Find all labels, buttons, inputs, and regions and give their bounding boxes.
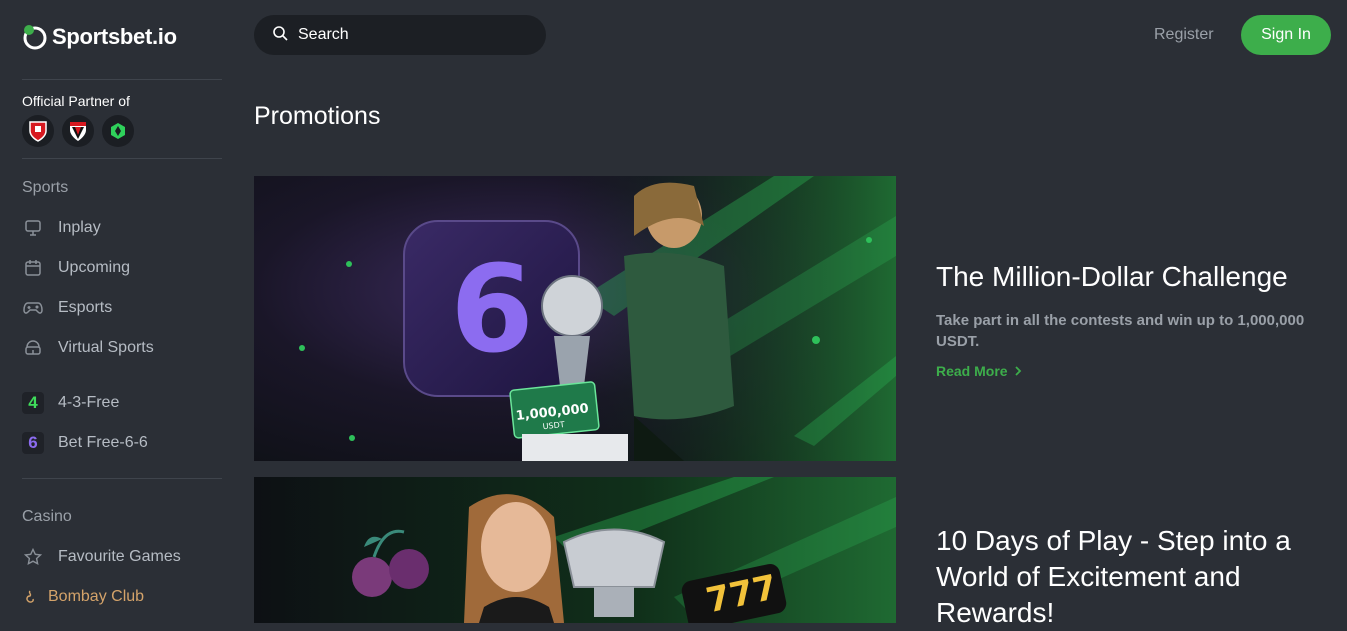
monitor-icon: [22, 217, 44, 239]
sidebar: Sportsbet.io Official Partner of Sports …: [0, 0, 230, 623]
sidebar-item-inplay[interactable]: Inplay: [22, 217, 101, 239]
promo-description: Take part in all the contests and win up…: [936, 312, 1305, 350]
logo-mark-icon: [23, 25, 47, 50]
sidebar-item-label: Virtual Sports: [58, 339, 154, 356]
sidebar-item-bet-free-6-6[interactable]: 6 Bet Free-6-6: [22, 432, 148, 454]
sidebar-item-label: Inplay: [58, 219, 101, 236]
register-link[interactable]: Register: [1154, 26, 1214, 44]
southampton-crest-icon[interactable]: [22, 115, 54, 147]
divider: [22, 478, 222, 479]
chevron-right-icon: [1014, 363, 1022, 379]
sidebar-item-favourite-games[interactable]: Favourite Games: [22, 546, 181, 568]
promo-badge-number: 6: [450, 241, 534, 380]
gamepad-icon: [22, 297, 44, 319]
sidebar-item-bombay-club[interactable]: Bombay Club: [22, 586, 144, 608]
sidebar-item-esports[interactable]: Esports: [22, 297, 112, 319]
six-badge-icon: 6: [22, 432, 44, 454]
divider: [22, 158, 222, 159]
logo[interactable]: Sportsbet.io: [22, 24, 177, 50]
promo-banner-million-dollar-challenge[interactable]: 6 1,000,000 USDT: [254, 176, 896, 461]
four-badge-icon: 4: [22, 392, 44, 414]
sidebar-item-label: Bet Free-6-6: [58, 434, 148, 451]
sidebar-item-upcoming[interactable]: Upcoming: [22, 257, 130, 279]
page-title: Promotions: [254, 102, 381, 130]
star-icon: [22, 546, 44, 568]
section-sports: Sports: [22, 179, 69, 196]
partner-label: Official Partner of: [22, 93, 130, 109]
sidebar-item-label: Upcoming: [58, 259, 131, 276]
sidebar-item-label: Bombay Club: [48, 588, 145, 605]
logo-text: Sportsbet.io: [52, 24, 177, 49]
read-more-label: Read More: [936, 363, 1008, 379]
promo-banner-image: 6 1,000,000 USDT: [254, 176, 896, 461]
partner-badges: [22, 115, 134, 147]
divider: [22, 79, 222, 80]
promo-title[interactable]: The Million-Dollar Challenge: [936, 259, 1336, 295]
sign-in-button[interactable]: Sign In: [1241, 15, 1331, 55]
promo-banner-10-days-of-play[interactable]: 777: [254, 477, 896, 623]
sidebar-item-4-3-free[interactable]: 4 4-3-Free: [22, 392, 119, 414]
promo-title[interactable]: 10 Days of Play - Step into a World of E…: [936, 523, 1336, 631]
calendar-icon: [22, 257, 44, 279]
spfc-crest-icon[interactable]: [62, 115, 94, 147]
esports-team-crest-icon[interactable]: [102, 115, 134, 147]
bombay-club-icon: [22, 586, 38, 608]
section-casino: Casino: [22, 508, 72, 525]
sidebar-item-label: Favourite Games: [58, 548, 181, 565]
sidebar-item-label: Esports: [58, 299, 113, 316]
promo-banner-image: 777: [254, 477, 896, 623]
search-icon: [272, 25, 288, 46]
vr-headset-icon: [22, 337, 44, 359]
sidebar-item-label: 4-3-Free: [58, 394, 120, 411]
search-input[interactable]: Search: [298, 26, 349, 44]
sidebar-item-virtual-sports[interactable]: Virtual Sports: [22, 337, 154, 359]
read-more-link[interactable]: Read More: [936, 363, 1022, 379]
search-bar[interactable]: Search: [254, 15, 546, 55]
